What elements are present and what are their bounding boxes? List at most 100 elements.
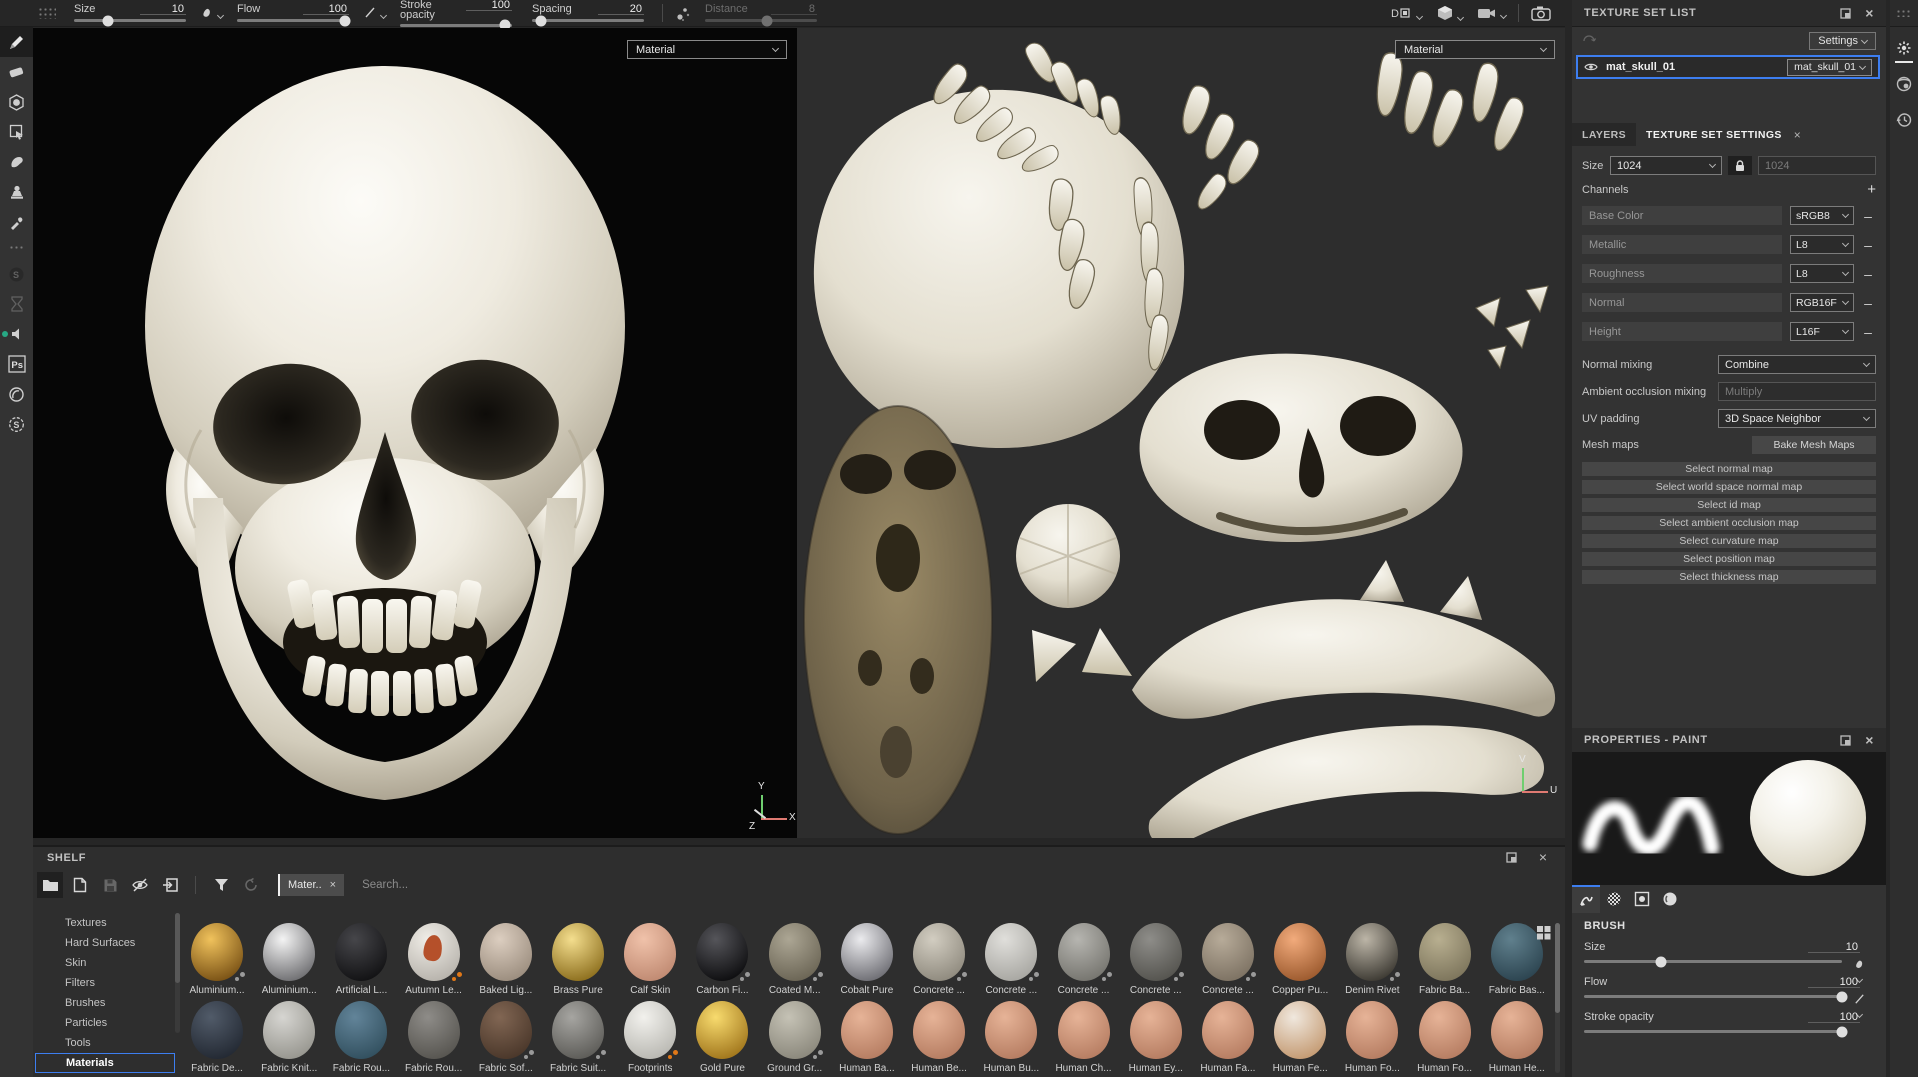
brush-slider-handle[interactable] xyxy=(1656,956,1667,967)
size-value[interactable]: 10 xyxy=(140,4,186,15)
brush-slider-track[interactable] xyxy=(1584,995,1842,998)
material-item[interactable]: Fabric Sof... xyxy=(470,1001,542,1074)
texture-set-settings-dock-icon[interactable] xyxy=(1893,37,1915,59)
tab-brush-icon[interactable] xyxy=(1572,885,1600,913)
channel-name-input[interactable]: Normal xyxy=(1582,293,1782,312)
material-item[interactable]: Human Be... xyxy=(903,1001,975,1074)
material-item[interactable]: Fabric Suit... xyxy=(542,1001,614,1074)
channel-format-select[interactable]: RGB16F xyxy=(1790,293,1854,312)
material-item[interactable]: Human Ba... xyxy=(831,1001,903,1074)
shelf-search-input[interactable]: Search... xyxy=(362,879,408,891)
history-dock-icon[interactable] xyxy=(1893,109,1915,131)
material-item[interactable]: Fabric De... xyxy=(181,1001,253,1074)
save-resources-button[interactable] xyxy=(97,872,123,898)
material-item[interactable]: Human Fe... xyxy=(1264,1001,1336,1074)
visibility-eye-icon[interactable] xyxy=(1584,62,1598,72)
material-item[interactable]: Concrete ... xyxy=(1120,923,1192,996)
material-item[interactable]: Concrete ... xyxy=(1192,923,1264,996)
material-item[interactable]: Human Fa... xyxy=(1192,1001,1264,1074)
material-item[interactable]: Coated M... xyxy=(759,923,831,996)
polygon-fill-tool-button[interactable] xyxy=(0,117,33,147)
tab-close-icon[interactable]: × xyxy=(1794,128,1801,142)
hide-resources-button[interactable] xyxy=(127,872,153,898)
material-item[interactable]: Gold Pure xyxy=(686,1001,758,1074)
viewport-3d-material-select[interactable]: Material xyxy=(627,40,787,59)
substance-source-button[interactable]: S xyxy=(0,259,33,289)
spacing-value[interactable]: 20 xyxy=(598,4,644,15)
add-channel-icon[interactable]: + xyxy=(1867,185,1876,195)
share-button[interactable]: S xyxy=(0,409,33,439)
brush-slider-handle[interactable] xyxy=(1837,1026,1848,1037)
material-item[interactable]: Footprints xyxy=(614,1001,686,1074)
material-item[interactable]: Brass Pure xyxy=(542,923,614,996)
material-item[interactable]: Autumn Le... xyxy=(398,923,470,996)
channel-name-input[interactable]: Roughness xyxy=(1582,264,1782,283)
material-item[interactable]: Denim Rivet xyxy=(1336,923,1408,996)
material-item[interactable]: Human Fo... xyxy=(1409,1001,1481,1074)
material-item[interactable]: Human He... xyxy=(1481,1001,1553,1074)
sidebar-item-skin[interactable]: Skin xyxy=(35,953,175,973)
material-item[interactable]: Concrete ... xyxy=(903,923,975,996)
material-item[interactable]: Human Ey... xyxy=(1120,1001,1192,1074)
select-map-button[interactable]: Select id map xyxy=(1582,498,1876,512)
brush-slider-handle[interactable] xyxy=(1837,991,1848,1002)
material-item[interactable]: Human Ch... xyxy=(1048,1001,1120,1074)
remove-channel-button[interactable]: – xyxy=(1860,324,1876,340)
remove-channel-button[interactable]: – xyxy=(1860,208,1876,224)
tab-stencil-icon[interactable] xyxy=(1628,885,1656,913)
brush-slider-value[interactable]: 100 xyxy=(1808,1012,1860,1023)
channel-format-select[interactable]: L8 xyxy=(1790,264,1854,283)
brush-tip-pressure-icon[interactable] xyxy=(200,6,223,20)
bake-mesh-maps-button[interactable]: Bake Mesh Maps xyxy=(1752,436,1876,454)
channel-format-select[interactable]: sRGB8 xyxy=(1790,206,1854,225)
import-resources-button[interactable] xyxy=(157,872,183,898)
material-item[interactable]: Fabric Ba... xyxy=(1409,923,1481,996)
material-item[interactable]: Aluminium... xyxy=(253,923,325,996)
filter-funnel-icon[interactable] xyxy=(208,872,234,898)
select-map-button[interactable]: Select curvature map xyxy=(1582,534,1876,548)
stroke-opacity-slider[interactable] xyxy=(400,24,512,27)
remove-channel-button[interactable]: – xyxy=(1860,295,1876,311)
spacing-slider[interactable] xyxy=(532,19,644,22)
size-select[interactable]: 1024 xyxy=(1610,156,1722,175)
select-map-button[interactable]: Select world space normal map xyxy=(1582,480,1876,494)
material-picker-tool-button[interactable] xyxy=(0,207,33,237)
notifications-button[interactable] xyxy=(0,319,33,349)
flow-slider[interactable] xyxy=(237,19,349,22)
undock-panel-icon[interactable] xyxy=(1840,8,1851,19)
rail-grip[interactable] xyxy=(9,245,25,251)
viewport-2d-material-select[interactable]: Material xyxy=(1395,40,1555,59)
close-panel-icon[interactable]: × xyxy=(1865,8,1874,18)
material-item[interactable]: Calf Skin xyxy=(614,923,686,996)
shading-mode-cube-icon[interactable] xyxy=(1436,4,1463,22)
paint-tool-button[interactable] xyxy=(0,27,33,57)
display-settings-dock-icon[interactable] xyxy=(1893,73,1915,95)
sidebar-item-particles[interactable]: Particles xyxy=(35,1013,175,1033)
iray-render-button[interactable] xyxy=(0,379,33,409)
filter-chip-materials[interactable]: Mater..× xyxy=(278,874,344,896)
remove-channel-button[interactable]: – xyxy=(1860,237,1876,253)
brush-slider-track[interactable] xyxy=(1584,1030,1842,1033)
channel-name-input[interactable]: Base Color xyxy=(1582,206,1782,225)
toolbar-grip[interactable] xyxy=(38,7,56,19)
select-map-button[interactable]: Select ambient occlusion map xyxy=(1582,516,1876,530)
channel-name-input[interactable]: Metallic xyxy=(1582,235,1782,254)
flow-value[interactable]: 100 xyxy=(303,4,349,15)
remove-channel-button[interactable]: – xyxy=(1860,266,1876,282)
material-item[interactable]: Human Fo... xyxy=(1336,1001,1408,1074)
camera-view-icon[interactable] xyxy=(1477,6,1506,20)
sidebar-item-brushes[interactable]: Brushes xyxy=(35,993,175,1013)
channel-format-select[interactable]: L16F xyxy=(1790,322,1854,341)
close-panel-icon[interactable]: × xyxy=(1865,735,1874,745)
sidebar-item-filters[interactable]: Filters xyxy=(35,973,175,993)
sidebar-item-tools[interactable]: Tools xyxy=(35,1033,175,1053)
texture-set-settings-dropdown[interactable]: Settings xyxy=(1809,32,1876,50)
channel-name-input[interactable]: Height xyxy=(1582,322,1782,341)
refresh-shelf-button[interactable] xyxy=(238,872,264,898)
material-item[interactable]: Cobalt Pure xyxy=(831,923,903,996)
material-item[interactable]: Fabric Rou... xyxy=(398,1001,470,1074)
material-item[interactable]: Aluminium... xyxy=(181,923,253,996)
material-item[interactable]: Ground Gr... xyxy=(759,1001,831,1074)
falloff-pressure-icon[interactable] xyxy=(363,6,386,20)
clone-tool-button[interactable] xyxy=(0,177,33,207)
